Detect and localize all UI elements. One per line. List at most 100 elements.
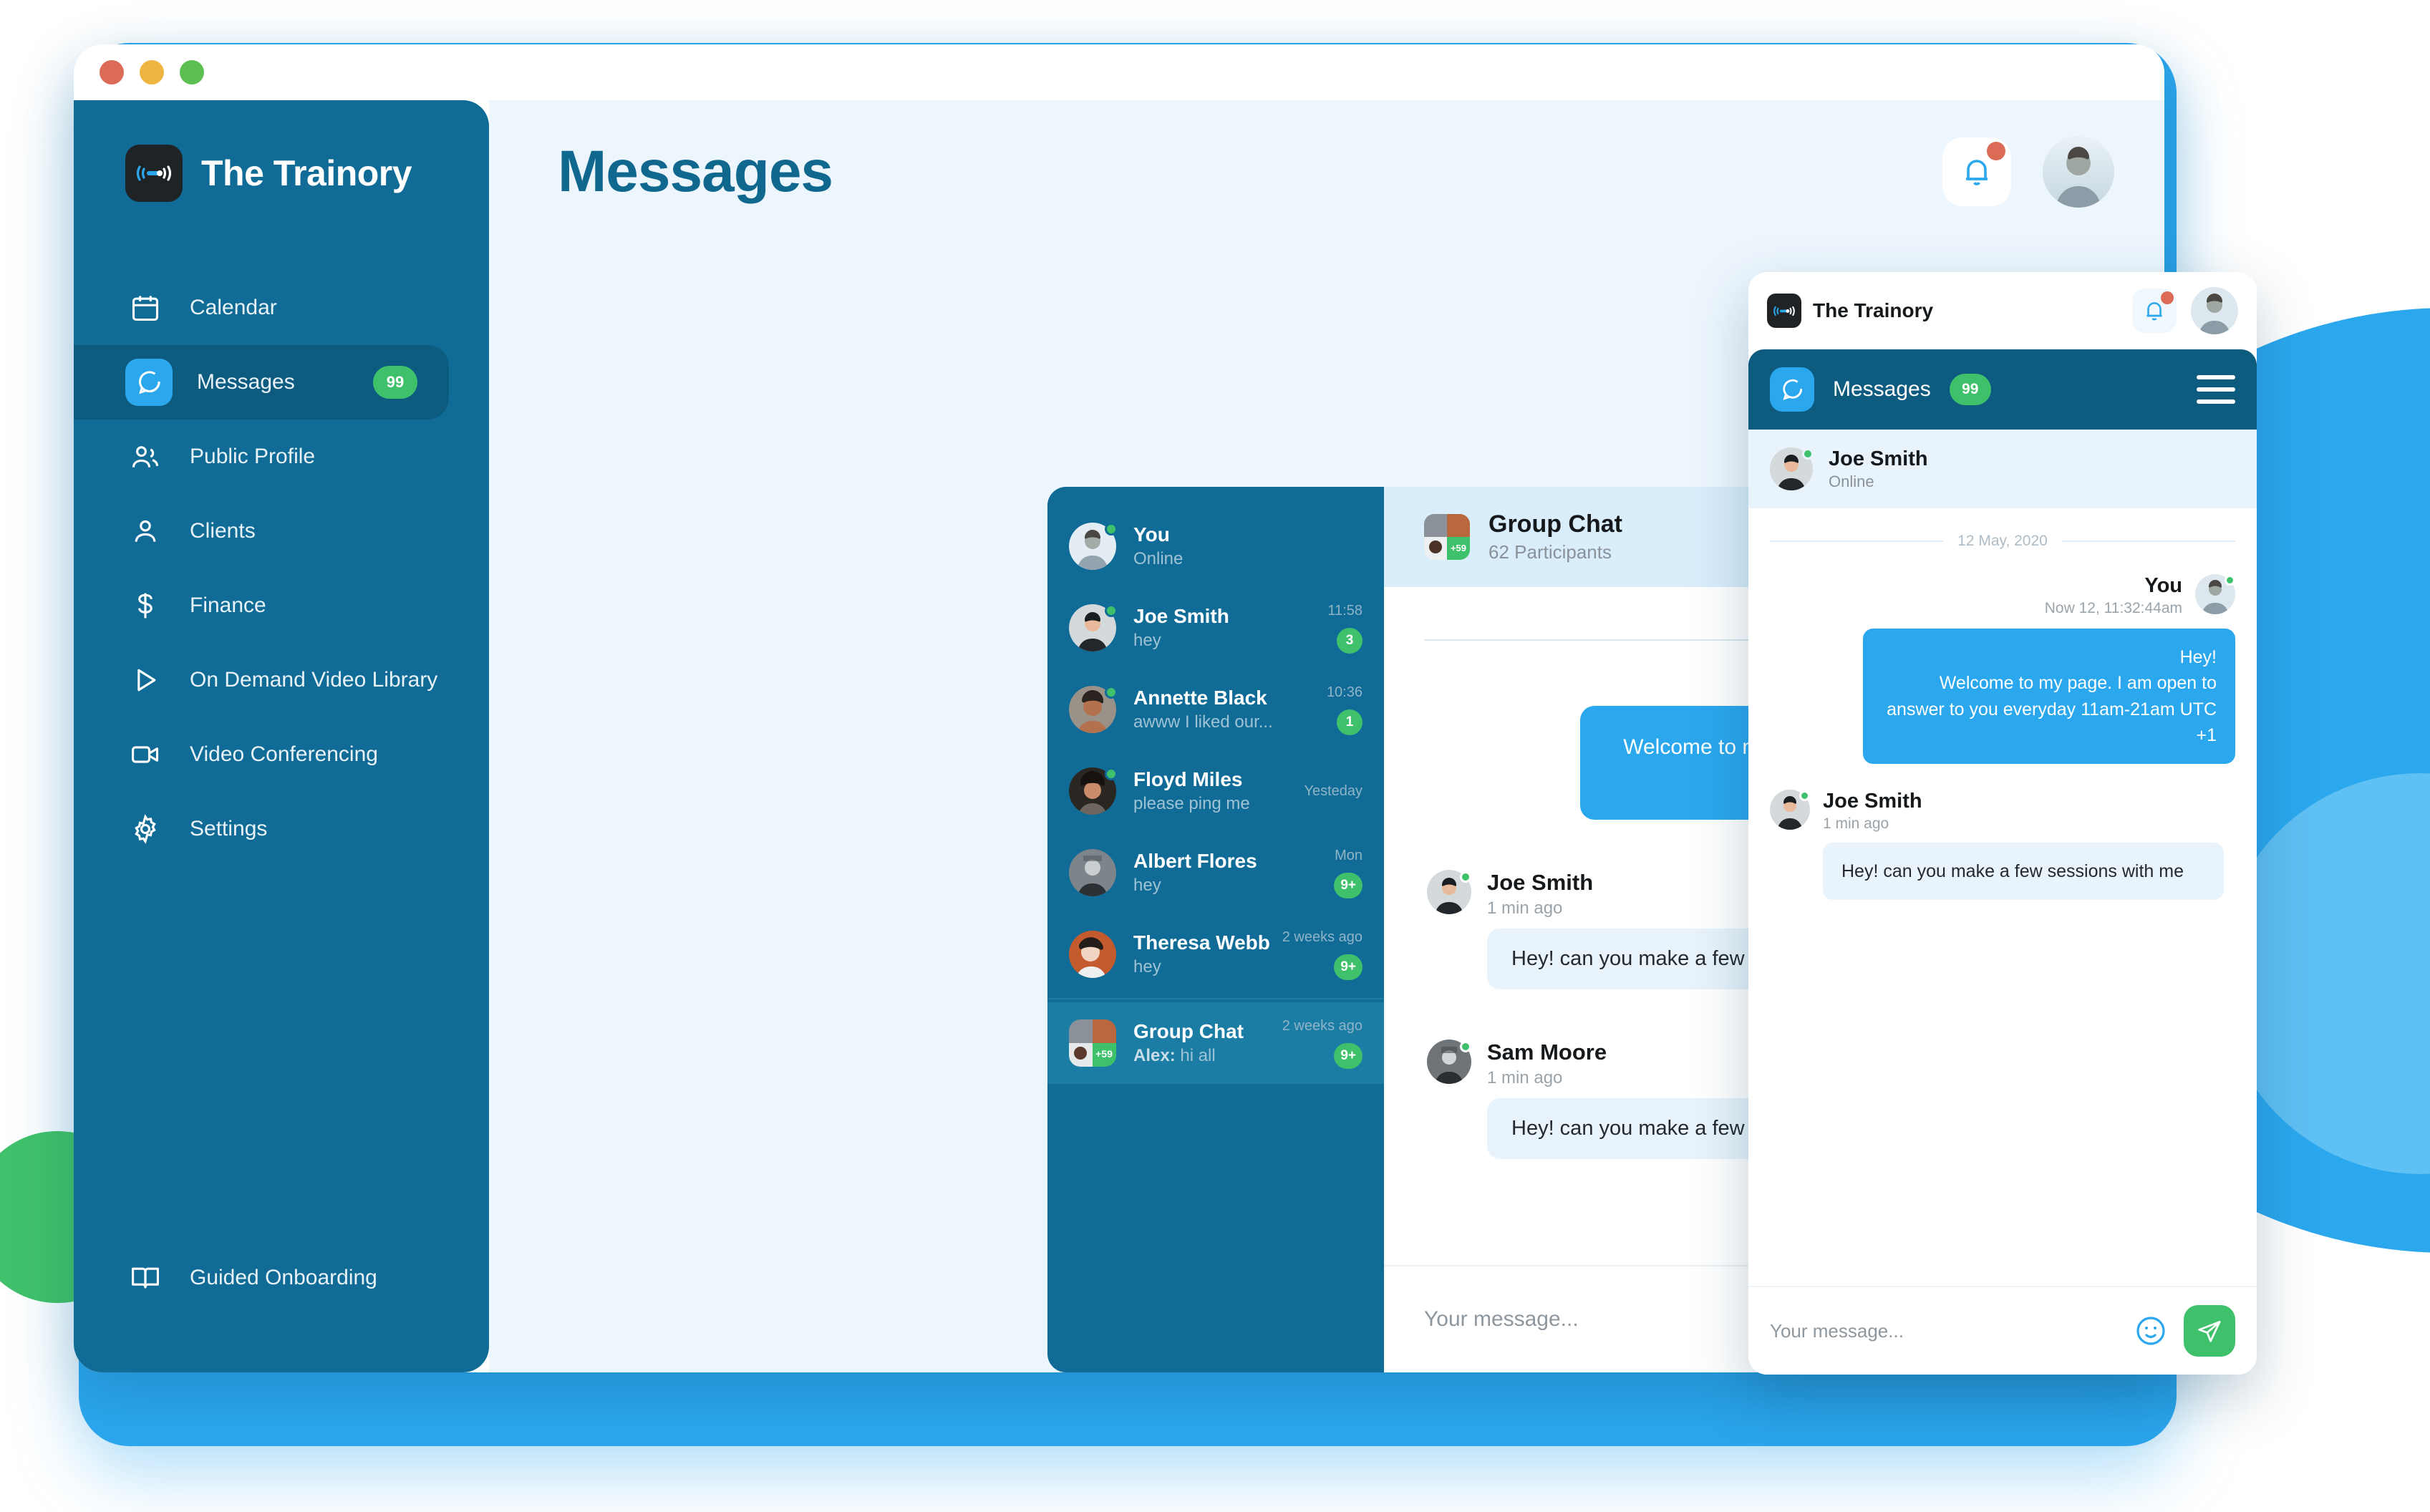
notifications-button[interactable] bbox=[2132, 289, 2177, 333]
avatar bbox=[1069, 523, 1118, 570]
contact-time: 10:36 bbox=[1326, 684, 1362, 700]
mobile-message-composer[interactable]: Your message... bbox=[1748, 1286, 2257, 1375]
sidebar-item-label: Clients bbox=[190, 519, 256, 543]
chat-bubble-icon bbox=[125, 359, 173, 406]
avatar bbox=[1069, 849, 1116, 896]
list-item[interactable]: Floyd Miles please ping me Yesteday bbox=[1047, 750, 1384, 832]
smiley-icon[interactable] bbox=[2134, 1314, 2168, 1348]
list-item[interactable]: Joe Smith hey 11:58 3 bbox=[1047, 587, 1384, 669]
sidebar-item-on-demand-video-library[interactable]: On Demand Video Library bbox=[74, 643, 489, 717]
list-item[interactable]: Theresa Webb hey 2 weeks ago 9+ bbox=[1047, 914, 1384, 995]
book-icon bbox=[125, 1258, 165, 1298]
message-input-placeholder[interactable]: Your message... bbox=[1424, 1307, 1579, 1332]
avatar bbox=[1427, 1040, 1471, 1084]
window-minimize-button[interactable] bbox=[140, 60, 164, 84]
list-item[interactable]: You Online bbox=[1047, 505, 1384, 587]
message-line-1: Hey! bbox=[2179, 647, 2217, 667]
sidebar-item-messages[interactable]: Messages 99 bbox=[74, 345, 449, 420]
online-indicator bbox=[1105, 767, 1118, 780]
users-icon bbox=[125, 437, 165, 477]
contact-name: Group Chat bbox=[1133, 1020, 1244, 1042]
online-indicator bbox=[1105, 523, 1118, 536]
online-indicator bbox=[1799, 790, 1810, 801]
message-time: Now 12, 11:32:44am bbox=[2044, 600, 2182, 616]
broadcast-icon bbox=[1767, 294, 1801, 328]
message-row-incoming: Joe Smith 1 min ago Hey! can you make a … bbox=[1748, 764, 2257, 901]
message-sender: Joe Smith bbox=[1823, 790, 1922, 813]
contact-time: 2 weeks ago bbox=[1282, 1017, 1362, 1034]
contact-name: Theresa Webb bbox=[1133, 931, 1270, 954]
online-indicator bbox=[1105, 604, 1118, 617]
contact-name: Floyd Miles bbox=[1133, 768, 1243, 790]
conversation-list: You Online Joe Smith hey 11:58 3 Annette… bbox=[1047, 487, 1384, 1372]
contact-name: Joe Smith bbox=[1133, 605, 1229, 627]
sidebar-item-label: Messages bbox=[197, 370, 295, 394]
contact-preview: Alex: hi all bbox=[1133, 1046, 1265, 1066]
sidebar-item-public-profile[interactable]: Public Profile bbox=[74, 420, 489, 494]
sidebar-nav: Calendar Messages 99 Public Profile Clie… bbox=[74, 271, 489, 866]
online-indicator bbox=[1460, 1041, 1471, 1052]
mobile-navbar: Messages 99 bbox=[1748, 349, 2257, 430]
sidebar-item-finance[interactable]: Finance bbox=[74, 568, 489, 643]
unread-badge: 9+ bbox=[1334, 872, 1362, 898]
divider bbox=[2061, 541, 2236, 542]
mobile-chat-messages[interactable]: 12 May, 2020 You Now 12, 11:32:44am Hey!… bbox=[1748, 508, 2257, 1286]
message-line-2: Welcome to my page. I am open to answer … bbox=[1887, 673, 2217, 745]
list-item-group-chat[interactable]: +59 Group Chat Alex: hi all 2 weeks ago … bbox=[1047, 1002, 1384, 1084]
sidebar-item-calendar[interactable]: Calendar bbox=[74, 271, 489, 345]
contact-preview: hey bbox=[1133, 631, 1161, 650]
user-icon bbox=[125, 511, 165, 551]
avatar bbox=[2195, 574, 2235, 614]
mobile-top-actions bbox=[2132, 287, 2238, 334]
chat-bubble-icon[interactable] bbox=[1770, 367, 1814, 412]
sidebar-item-guided-onboarding[interactable]: Guided Onboarding bbox=[74, 1241, 489, 1315]
contact-time: 2 weeks ago bbox=[1282, 929, 1362, 945]
broadcast-icon bbox=[125, 145, 183, 202]
sidebar-item-clients[interactable]: Clients bbox=[74, 494, 489, 568]
notifications-button[interactable] bbox=[1942, 137, 2011, 206]
sidebar-item-label: Video Conferencing bbox=[190, 742, 378, 767]
avatar bbox=[1069, 686, 1118, 733]
chat-participants: 62 Participants bbox=[1489, 541, 1612, 563]
contact-preview: awww I liked our... bbox=[1133, 712, 1273, 732]
window-maximize-button[interactable] bbox=[180, 60, 204, 84]
hamburger-menu-icon[interactable] bbox=[2197, 375, 2235, 404]
message-input-placeholder[interactable]: Your message... bbox=[1770, 1320, 2118, 1342]
gear-icon bbox=[125, 809, 165, 849]
list-item[interactable]: Annette Black awww I liked our... 10:36 … bbox=[1047, 669, 1384, 750]
contact-preview: hey bbox=[1133, 957, 1161, 976]
group-avatar: +59 bbox=[1069, 1019, 1116, 1067]
avatar bbox=[1427, 870, 1471, 914]
window-close-button[interactable] bbox=[100, 60, 124, 84]
mobile-active-contact[interactable]: Joe Smith Online bbox=[1748, 430, 2257, 508]
avatar[interactable] bbox=[2043, 136, 2114, 208]
message-sender: You bbox=[2144, 574, 2182, 597]
sidebar: The Trainory Calendar Messages 99 Public… bbox=[74, 100, 489, 1372]
svg-text:+59: +59 bbox=[1095, 1048, 1113, 1060]
contact-name: Annette Black bbox=[1133, 687, 1267, 709]
contact-time: 11:58 bbox=[1327, 602, 1362, 619]
message-bubble: Hey! can you make a few sessions with me bbox=[1823, 843, 2224, 901]
brand[interactable]: The Trainory bbox=[74, 137, 489, 209]
avatar bbox=[1069, 604, 1118, 651]
list-item[interactable]: Albert Flores hey Mon 9+ bbox=[1047, 832, 1384, 914]
contact-name: You bbox=[1133, 523, 1170, 546]
online-indicator bbox=[1105, 686, 1118, 699]
sidebar-item-label: Public Profile bbox=[190, 445, 316, 469]
sidebar-item-video-conferencing[interactable]: Video Conferencing bbox=[74, 717, 489, 792]
send-button[interactable] bbox=[2184, 1305, 2235, 1357]
dollar-icon bbox=[125, 586, 165, 626]
online-indicator bbox=[1802, 448, 1814, 460]
avatar bbox=[1069, 767, 1118, 815]
avatar[interactable] bbox=[2191, 287, 2238, 334]
mobile-topbar: The Trainory bbox=[1748, 272, 2257, 349]
brand-name: The Trainory bbox=[201, 153, 412, 193]
date-separator: 12 May, 2020 bbox=[1748, 533, 2257, 550]
notification-dot bbox=[2161, 291, 2174, 304]
avatar bbox=[1069, 931, 1116, 978]
calendar-icon bbox=[125, 288, 165, 328]
sidebar-item-label: On Demand Video Library bbox=[190, 668, 438, 692]
messages-badge: 99 bbox=[373, 366, 417, 399]
chat-title: Group Chat bbox=[1489, 510, 1622, 538]
sidebar-item-settings[interactable]: Settings bbox=[74, 792, 489, 866]
